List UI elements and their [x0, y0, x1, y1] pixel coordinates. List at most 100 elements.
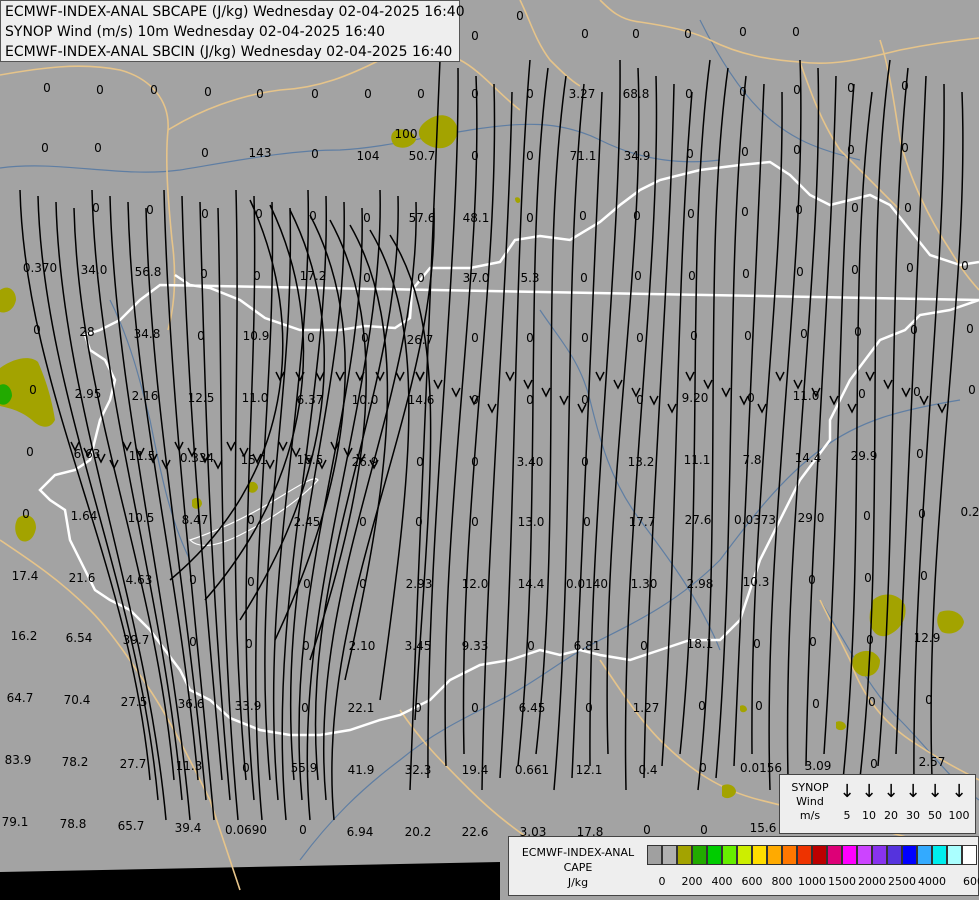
wind-arrow-icon: ↓ — [861, 781, 877, 802]
cape-color-swatch — [677, 845, 692, 865]
cin-value-label: 27.7 — [120, 757, 147, 771]
cin-value-label: 0 — [43, 81, 51, 95]
cin-value-label: 0 — [747, 391, 755, 405]
cin-value-label: 55.9 — [291, 761, 318, 775]
cin-value-label: 6.81 — [574, 639, 601, 653]
cin-value-label: 0 — [363, 271, 371, 285]
cin-value-label: 1.64 — [71, 509, 98, 523]
cin-value-label: 0.0140 — [566, 577, 608, 591]
cin-value-label: 0 — [201, 146, 209, 160]
cin-value-label: 0 — [359, 577, 367, 591]
cin-value-label: 0 — [471, 87, 479, 101]
cin-value-label: 0 — [699, 761, 707, 775]
cape-color-swatch — [662, 845, 677, 865]
cin-value-label: 0 — [526, 211, 534, 225]
cin-value-label: 11.5 — [129, 449, 156, 463]
cin-value-label: 32.3 — [405, 763, 432, 777]
cin-value-label: 0 — [92, 201, 100, 215]
cape-tick-label: 200 — [681, 875, 703, 888]
cin-value-label: 0 — [311, 147, 319, 161]
cin-value-label: 0 — [471, 455, 479, 469]
cin-value-label: 22.6 — [462, 825, 489, 839]
cin-value-label: 0 — [918, 507, 926, 521]
cin-value-label: 0 — [851, 201, 859, 215]
cin-value-label: 10.0 — [352, 393, 379, 407]
cin-value-label: 41.9 — [348, 763, 375, 777]
cin-value-label: 0 — [414, 701, 422, 715]
cin-value-label: 0 — [925, 693, 933, 707]
cin-value-label: 0 — [870, 757, 878, 771]
cin-value-label: 39.7 — [123, 633, 150, 647]
cin-value-label: 17.4 — [12, 569, 39, 583]
cin-value-label: 48.1 — [463, 211, 490, 225]
cin-value-label: 0 — [361, 331, 369, 345]
cape-color-swatch — [692, 845, 707, 865]
cin-value-label: 0 — [527, 639, 535, 653]
cin-value-label: 0 — [579, 209, 587, 223]
title-line-cin: ECMWF-INDEX-ANAL SBCIN (J/kg) Wednesday … — [5, 44, 453, 60]
cin-value-label: 0 — [94, 141, 102, 155]
wind-arrow-icon: ↓ — [951, 781, 967, 802]
cape-tick-label: 600 — [741, 875, 763, 888]
cin-value-label: 8.47 — [182, 513, 209, 527]
cin-value-label: 64.7 — [7, 691, 34, 705]
cin-value-label: 34.0 — [81, 263, 108, 277]
cin-value-label: 0 — [189, 573, 197, 587]
cin-value-label: 0 — [684, 27, 692, 41]
wind-arrow-icon: ↓ — [927, 781, 943, 802]
cin-value-label: 0 — [633, 209, 641, 223]
cin-value-label: 0 — [247, 575, 255, 589]
cin-value-label: 6.45 — [519, 701, 546, 715]
cin-value-label: 0 — [29, 383, 37, 397]
cape-scale-ticks: 0 200 400 600 800 10001500200025004000 6000 — [647, 875, 979, 889]
cape-color-swatch — [962, 845, 977, 865]
cin-value-label: 9.20 — [682, 391, 709, 405]
cin-value-label: 0 — [526, 149, 534, 163]
cin-value-label: 34.8 — [134, 327, 161, 341]
cin-value-label: 6.54 — [66, 631, 93, 645]
cin-value-label: 0 — [415, 515, 423, 529]
cin-value-label: 22.1 — [348, 701, 375, 715]
cin-value-label: 29.9 — [851, 449, 878, 463]
cin-value-label: 16.5 — [297, 453, 324, 467]
cin-value-label: 0 — [471, 701, 479, 715]
cin-value-label: 0 — [299, 823, 307, 837]
cin-value-label: 0.0156 — [740, 761, 782, 775]
cin-value-label: 0.2 — [960, 505, 979, 519]
cin-value-label: 2.16 — [132, 389, 159, 403]
cin-value-label: 0 — [690, 329, 698, 343]
cin-value-label: 0 — [359, 515, 367, 529]
cin-value-label: 0 — [868, 695, 876, 709]
cin-value-label: 34.9 — [624, 149, 651, 163]
cin-value-label: 0 — [41, 141, 49, 155]
cin-value-label: 0 — [916, 447, 924, 461]
cin-value-label: 12.1 — [576, 763, 603, 777]
cin-value-label: 16.2 — [11, 629, 38, 643]
cin-value-label: 0 — [307, 331, 315, 345]
cin-value-label: 2.95 — [75, 387, 102, 401]
cin-value-label: 0 — [961, 259, 969, 273]
cin-value-label: 11.0 — [242, 391, 269, 405]
cape-color-scale — [647, 845, 977, 867]
title-line-cape: ECMWF-INDEX-ANAL SBCAPE (J/kg) Wednesday… — [5, 4, 465, 20]
cin-value-label: 65.7 — [118, 819, 145, 833]
cin-value-label: 0 — [800, 327, 808, 341]
cin-value-label: 0 — [739, 85, 747, 99]
wind-symbol-30: ↓ 30 — [902, 783, 924, 823]
cin-value-label: 2.98 — [687, 577, 714, 591]
cape-color-swatch — [767, 845, 782, 865]
cape-tick-label: 4000 — [918, 875, 946, 888]
cin-value-label: 57.6 — [409, 211, 436, 225]
cin-value-label: 56.8 — [135, 265, 162, 279]
cin-value-label: 0 — [901, 141, 909, 155]
cin-value-label: 14.4 — [518, 577, 545, 591]
cape-color-swatch — [872, 845, 887, 865]
cin-value-label: 13.0 — [518, 515, 545, 529]
cin-value-label: 83.9 — [5, 753, 32, 767]
cin-value-label: 78.2 — [62, 755, 89, 769]
cin-value-label: 0 — [741, 205, 749, 219]
cin-value-label: 20.2 — [405, 825, 432, 839]
cin-value-label: 11.0 — [793, 389, 820, 403]
cin-value-label: 0 — [245, 637, 253, 651]
cin-value-label: 0 — [197, 329, 205, 343]
